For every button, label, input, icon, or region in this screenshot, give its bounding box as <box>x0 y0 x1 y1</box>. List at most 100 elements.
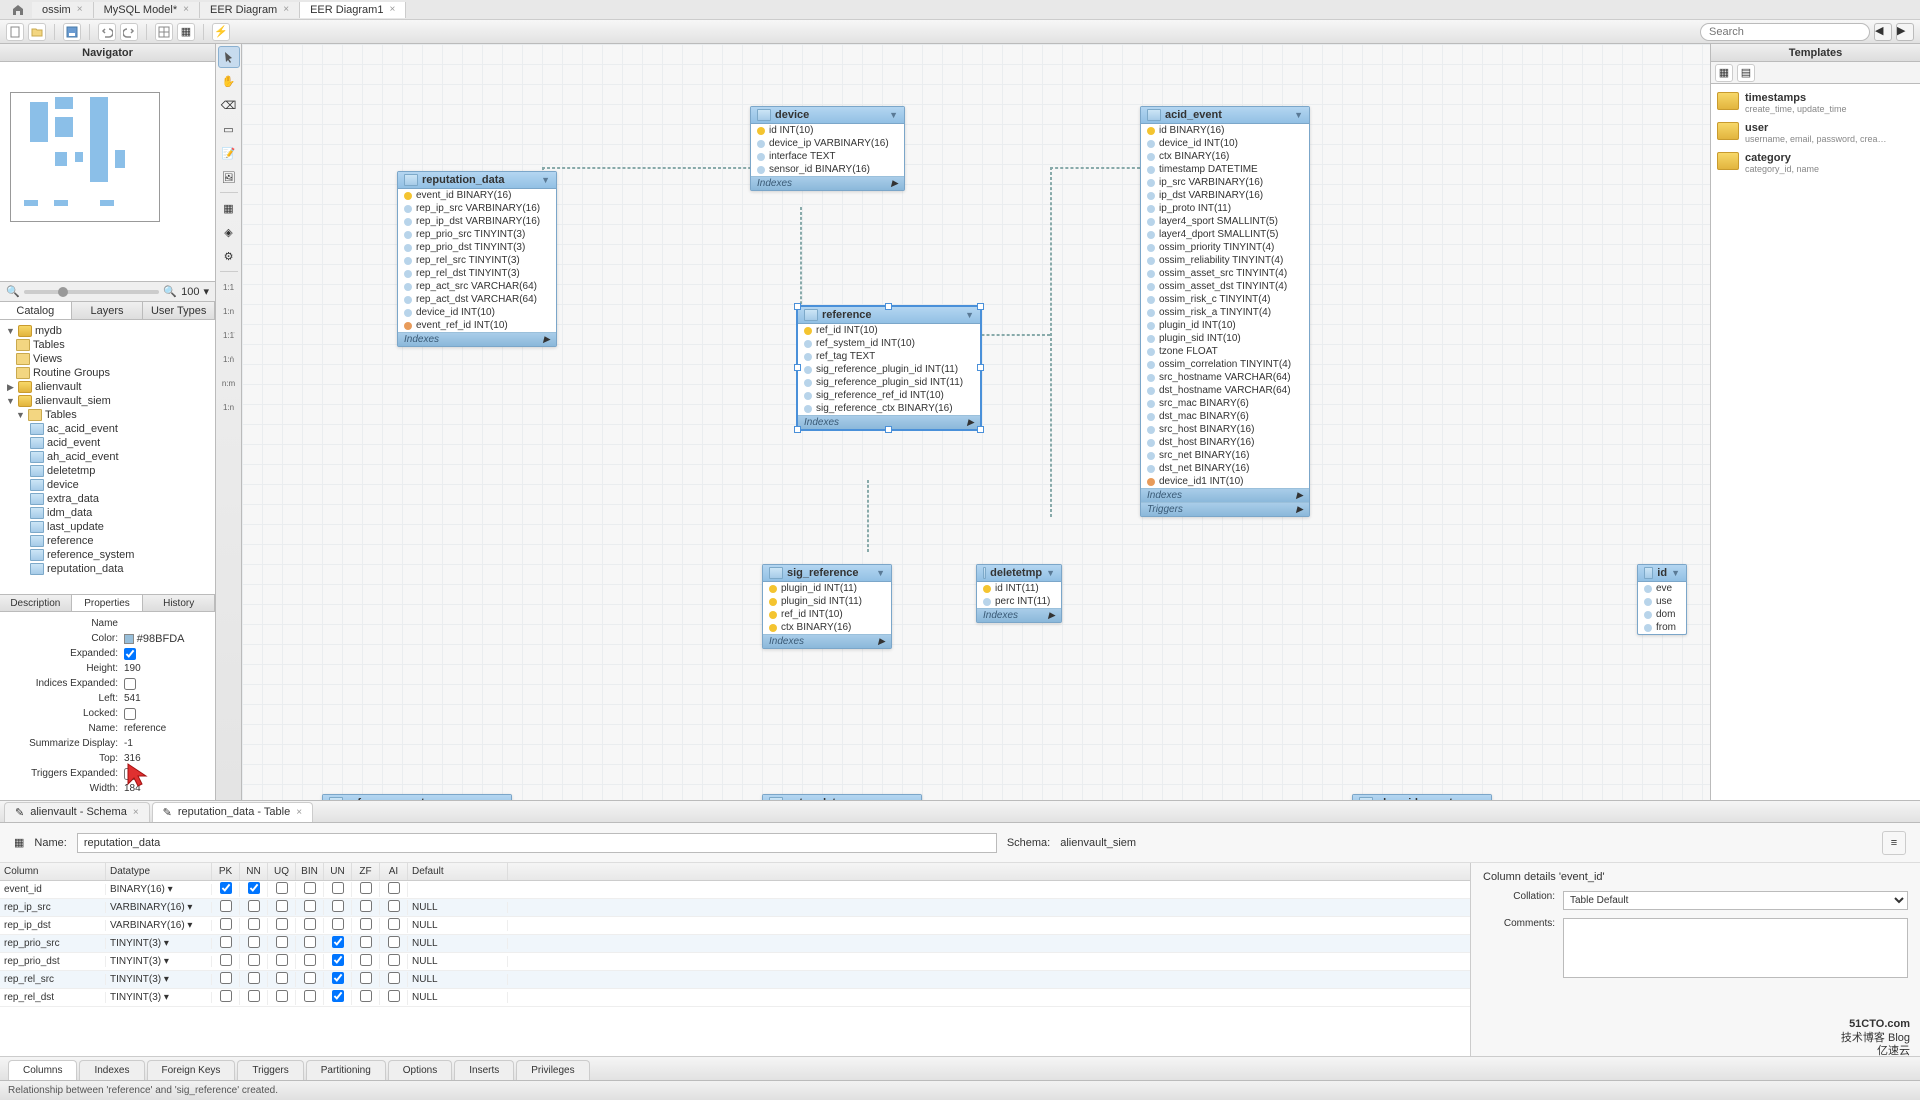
close-icon[interactable]: × <box>389 4 395 15</box>
collapse-icon[interactable]: ▼ <box>1046 568 1055 578</box>
entity-column[interactable]: plugin_sid INT(11) <box>763 595 891 608</box>
entity-reference-system[interactable]: reference_system▼ref_system_id INT(10) <box>322 794 512 800</box>
prop-value[interactable]: 184 <box>124 783 141 794</box>
collapse-icon[interactable]: ▼ <box>876 568 885 578</box>
rel-existing-tool[interactable]: 1:n <box>218 396 240 418</box>
entity-column[interactable]: rep_rel_src TINYINT(3) <box>398 254 556 267</box>
entity-footer[interactable]: Triggers▶ <box>1141 502 1309 516</box>
flag-checkbox[interactable] <box>360 918 372 930</box>
entity-column[interactable]: from <box>1638 621 1686 634</box>
close-icon[interactable]: × <box>133 807 139 818</box>
tree-table[interactable]: reference <box>2 534 213 548</box>
flag-checkbox[interactable] <box>388 882 400 894</box>
entity-column[interactable]: ip_dst VARBINARY(16) <box>1141 189 1309 202</box>
flag-checkbox[interactable] <box>332 972 344 984</box>
tree-table[interactable]: device <box>2 478 213 492</box>
tab-eer-diagram[interactable]: EER Diagram× <box>200 2 300 18</box>
tree-table[interactable]: ac_acid_event <box>2 422 213 436</box>
zoom-dropdown[interactable]: ▾ <box>203 285 209 298</box>
flag-checkbox[interactable] <box>220 990 232 1002</box>
entity-column[interactable]: ossim_priority TINYINT(4) <box>1141 241 1309 254</box>
tab-description[interactable]: Description <box>0 595 72 611</box>
flag-checkbox[interactable] <box>332 954 344 966</box>
sub-tab-triggers[interactable]: Triggers <box>237 1060 303 1080</box>
flag-checkbox[interactable] <box>248 990 260 1002</box>
entity-column[interactable]: sig_reference_ref_id INT(10) <box>798 389 980 402</box>
open-button[interactable] <box>28 23 46 41</box>
entity-column[interactable]: timestamp DATETIME <box>1141 163 1309 176</box>
entity-reputation-data[interactable]: reputation_data▼event_id BINARY(16)rep_i… <box>397 171 557 347</box>
entity-column[interactable]: rep_prio_dst TINYINT(3) <box>398 241 556 254</box>
tab-mysql-model[interactable]: MySQL Model*× <box>94 2 200 18</box>
columns-grid[interactable]: ColumnDatatypePKNNUQBINUNZFAIDefault eve… <box>0 863 1470 1056</box>
entity-column[interactable]: ref_id INT(10) <box>798 324 980 337</box>
entity-column[interactable]: src_hostname VARCHAR(64) <box>1141 371 1309 384</box>
entity-footer[interactable]: Indexes▶ <box>977 608 1061 622</box>
entity-column[interactable]: event_ref_id INT(10) <box>398 319 556 332</box>
flag-checkbox[interactable] <box>276 936 288 948</box>
collapse-icon[interactable]: ▼ <box>1294 110 1303 120</box>
search-input[interactable] <box>1700 23 1870 41</box>
entity-ah-acid-event[interactable]: ah_acid_event▼ <box>1352 794 1492 800</box>
entity-column[interactable]: rep_prio_src TINYINT(3) <box>398 228 556 241</box>
entity-column[interactable]: interface TEXT <box>751 150 904 163</box>
collapse-icon[interactable]: ▼ <box>965 310 974 320</box>
prop-checkbox[interactable] <box>124 768 136 780</box>
collapse-icon[interactable]: ▼ <box>889 110 898 120</box>
flag-checkbox[interactable] <box>248 972 260 984</box>
prop-value[interactable]: 541 <box>124 693 141 704</box>
entity-column[interactable]: src_mac BINARY(6) <box>1141 397 1309 410</box>
flag-checkbox[interactable] <box>388 990 400 1002</box>
rel-11-tool[interactable]: 1:1 <box>218 276 240 298</box>
entity-column[interactable]: dom <box>1638 608 1686 621</box>
entity-id[interactable]: id▼eveusedomfrom <box>1637 564 1687 635</box>
entity-column[interactable]: device_id INT(10) <box>1141 137 1309 150</box>
flag-checkbox[interactable] <box>220 954 232 966</box>
table-row[interactable]: rep_rel_srcTINYINT(3) ▾NULL <box>0 971 1470 989</box>
flag-checkbox[interactable] <box>360 900 372 912</box>
flag-checkbox[interactable] <box>332 936 344 948</box>
entity-deletetmp[interactable]: deletetmp▼id INT(11)perc INT(11)Indexes▶ <box>976 564 1062 623</box>
image-tool[interactable]: 🖼 <box>218 166 240 188</box>
entity-column[interactable]: sig_reference_plugin_id INT(11) <box>798 363 980 376</box>
entity-column[interactable]: rep_act_src VARCHAR(64) <box>398 280 556 293</box>
flag-checkbox[interactable] <box>388 900 400 912</box>
entity-column[interactable]: ossim_asset_dst TINYINT(4) <box>1141 280 1309 293</box>
entity-column[interactable]: ref_id INT(10) <box>763 608 891 621</box>
entity-column[interactable]: dst_hostname VARCHAR(64) <box>1141 384 1309 397</box>
zoom-in-icon[interactable]: 🔍 <box>163 285 177 298</box>
flag-checkbox[interactable] <box>360 882 372 894</box>
tab-properties[interactable]: Properties <box>72 595 144 611</box>
tree-table[interactable]: last_update <box>2 520 213 534</box>
table-row[interactable]: rep_ip_dstVARBINARY(16) ▾NULL <box>0 917 1470 935</box>
table-row[interactable]: rep_ip_srcVARBINARY(16) ▾NULL <box>0 899 1470 917</box>
entity-column[interactable]: rep_rel_dst TINYINT(3) <box>398 267 556 280</box>
sub-tab-privileges[interactable]: Privileges <box>516 1060 589 1080</box>
entity-column[interactable]: plugin_id INT(10) <box>1141 319 1309 332</box>
editor-tab-schema[interactable]: ✎ alienvault - Schema × <box>4 802 150 822</box>
grid-header[interactable]: ZF <box>352 863 380 880</box>
entity-column[interactable]: sig_reference_ctx BINARY(16) <box>798 402 980 415</box>
entity-footer[interactable]: Indexes▶ <box>1141 488 1309 502</box>
entity-column[interactable]: ossim_risk_a TINYINT(4) <box>1141 306 1309 319</box>
template-icon[interactable]: ▦ <box>1715 64 1733 82</box>
prop-value[interactable]: 190 <box>124 663 141 674</box>
flag-checkbox[interactable] <box>360 972 372 984</box>
save-button[interactable] <box>63 23 81 41</box>
tree-folder[interactable]: Views <box>2 352 213 366</box>
entity-column[interactable]: rep_ip_dst VARBINARY(16) <box>398 215 556 228</box>
entity-column[interactable]: ip_src VARBINARY(16) <box>1141 176 1309 189</box>
entity-column[interactable]: sensor_id BINARY(16) <box>751 163 904 176</box>
close-icon[interactable]: × <box>296 807 302 818</box>
grid-header[interactable]: PK <box>212 863 240 880</box>
sub-tab-inserts[interactable]: Inserts <box>454 1060 514 1080</box>
grid-header[interactable]: UN <box>324 863 352 880</box>
template-icon[interactable]: ▤ <box>1737 64 1755 82</box>
eraser-tool[interactable]: ⌫ <box>218 94 240 116</box>
entity-column[interactable]: device_ip VARBINARY(16) <box>751 137 904 150</box>
entity-column[interactable]: ref_tag TEXT <box>798 350 980 363</box>
flag-checkbox[interactable] <box>276 918 288 930</box>
flag-checkbox[interactable] <box>220 936 232 948</box>
collapse-icon[interactable]: ▼ <box>496 798 505 800</box>
entity-column[interactable]: src_host BINARY(16) <box>1141 423 1309 436</box>
